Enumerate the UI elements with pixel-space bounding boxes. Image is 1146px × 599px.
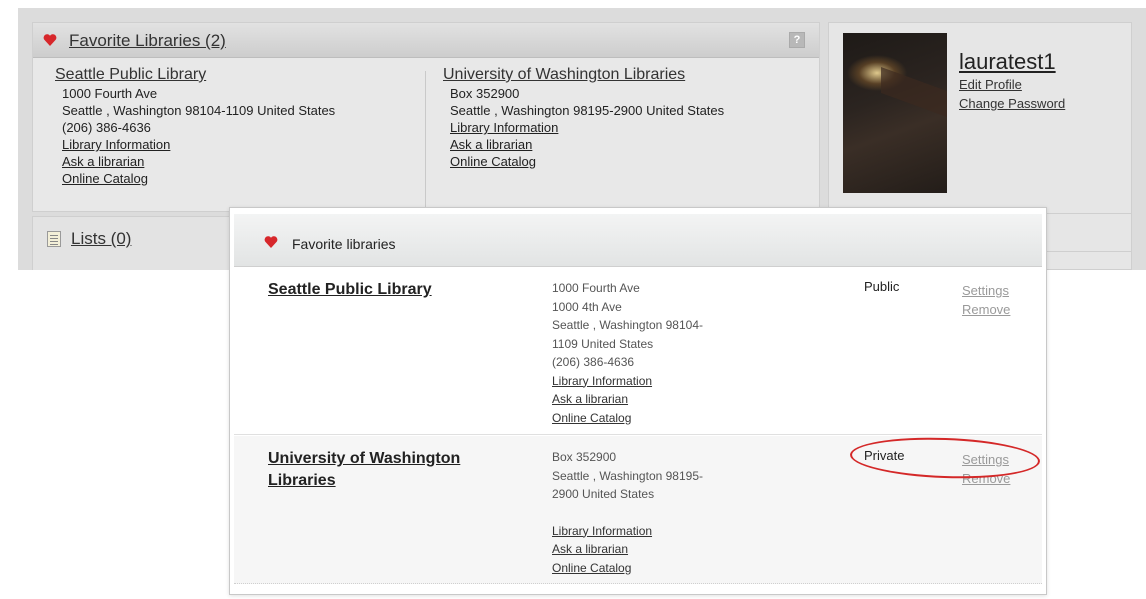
library-name-link[interactable]: University of Washington Libraries — [268, 448, 518, 492]
online-catalog-link[interactable]: Online Catalog — [55, 170, 335, 187]
library-name-link[interactable]: Seattle Public Library — [55, 65, 335, 85]
settings-link[interactable]: Settings — [962, 450, 1010, 469]
library-information-link[interactable]: Library Information — [552, 522, 762, 541]
favorite-libraries-panel: Favorite Libraries (2) ? Seattle Public … — [32, 22, 820, 212]
column-divider — [425, 71, 426, 211]
online-catalog-link[interactable]: Online Catalog — [443, 153, 724, 170]
card-header: Favorite libraries — [234, 214, 1042, 267]
address-line: Box 352900 — [450, 86, 520, 101]
library-information-link[interactable]: Library Information — [552, 372, 762, 391]
library-entry: University of Washington Libraries Box 3… — [443, 65, 724, 170]
library-information-link[interactable]: Library Information — [55, 136, 335, 153]
row-actions: Settings Remove — [962, 281, 1010, 319]
ask-a-librarian-link[interactable]: Ask a librarian — [552, 540, 762, 559]
privacy-status: Private — [864, 448, 905, 463]
address-line: 1109 United States — [552, 336, 654, 351]
address-line: Seattle , Washington 98104-1109 United S… — [62, 103, 336, 118]
help-icon[interactable]: ? — [789, 32, 805, 48]
ask-a-librarian-link[interactable]: Ask a librarian — [552, 390, 762, 409]
address-line: Seattle , Washington 98195- — [552, 468, 703, 483]
phone-line: (206) 386-4636 — [552, 355, 635, 369]
lists-panel: Lists (0) — [32, 216, 242, 270]
address-line: 1000 Fourth Ave — [62, 86, 158, 101]
favorite-libraries-card: Favorite libraries Seattle Public Librar… — [229, 207, 1047, 595]
library-address: Box 352900 Seattle , Washington 98195- 2… — [552, 448, 762, 577]
row-actions: Settings Remove — [962, 450, 1010, 488]
heart-icon — [43, 34, 57, 46]
remove-link[interactable]: Remove — [962, 300, 1010, 319]
favorite-libraries-header: Favorite Libraries (2) ? — [33, 23, 819, 58]
library-name-link[interactable]: Seattle Public Library — [268, 279, 518, 301]
lists-title[interactable]: Lists (0) — [71, 229, 131, 249]
username-link[interactable]: lauratest1 — [959, 49, 1056, 75]
online-catalog-link[interactable]: Online Catalog — [552, 409, 762, 428]
address-line: 1000 4th Ave — [552, 299, 622, 314]
ask-a-librarian-link[interactable]: Ask a librarian — [55, 153, 335, 170]
address-line: 1000 Fourth Ave — [552, 281, 640, 295]
address-line: Seattle , Washington 98195-2900 United S… — [450, 103, 725, 118]
library-information-link[interactable]: Library Information — [443, 119, 724, 136]
avatar — [843, 33, 947, 193]
list-icon — [47, 231, 61, 247]
remove-link[interactable]: Remove — [962, 469, 1010, 488]
library-address: 1000 Fourth Ave 1000 4th Ave Seattle , W… — [552, 279, 762, 427]
library-entry: Seattle Public Library 1000 Fourth Ave S… — [55, 65, 335, 187]
settings-link[interactable]: Settings — [962, 281, 1010, 300]
card-title: Favorite libraries — [292, 236, 396, 252]
library-row: Seattle Public Library 1000 Fourth Ave 1… — [234, 267, 1042, 435]
address-line: Seattle , Washington 98104- — [552, 318, 703, 332]
library-name-link[interactable]: University of Washington Libraries — [443, 65, 724, 85]
favorite-libraries-title[interactable]: Favorite Libraries (2) — [69, 31, 226, 51]
ask-a-librarian-link[interactable]: Ask a librarian — [443, 136, 724, 153]
address-line: 2900 United States — [552, 487, 655, 501]
change-password-link[interactable]: Change Password — [959, 96, 1065, 111]
address-line: Box 352900 — [552, 450, 617, 464]
heart-icon — [264, 236, 278, 248]
edit-profile-link[interactable]: Edit Profile — [959, 77, 1022, 92]
privacy-status: Public — [864, 279, 900, 294]
library-row: University of Washington Libraries Box 3… — [234, 434, 1042, 584]
phone-line: (206) 386-4636 — [62, 120, 151, 135]
online-catalog-link[interactable]: Online Catalog — [552, 559, 762, 578]
